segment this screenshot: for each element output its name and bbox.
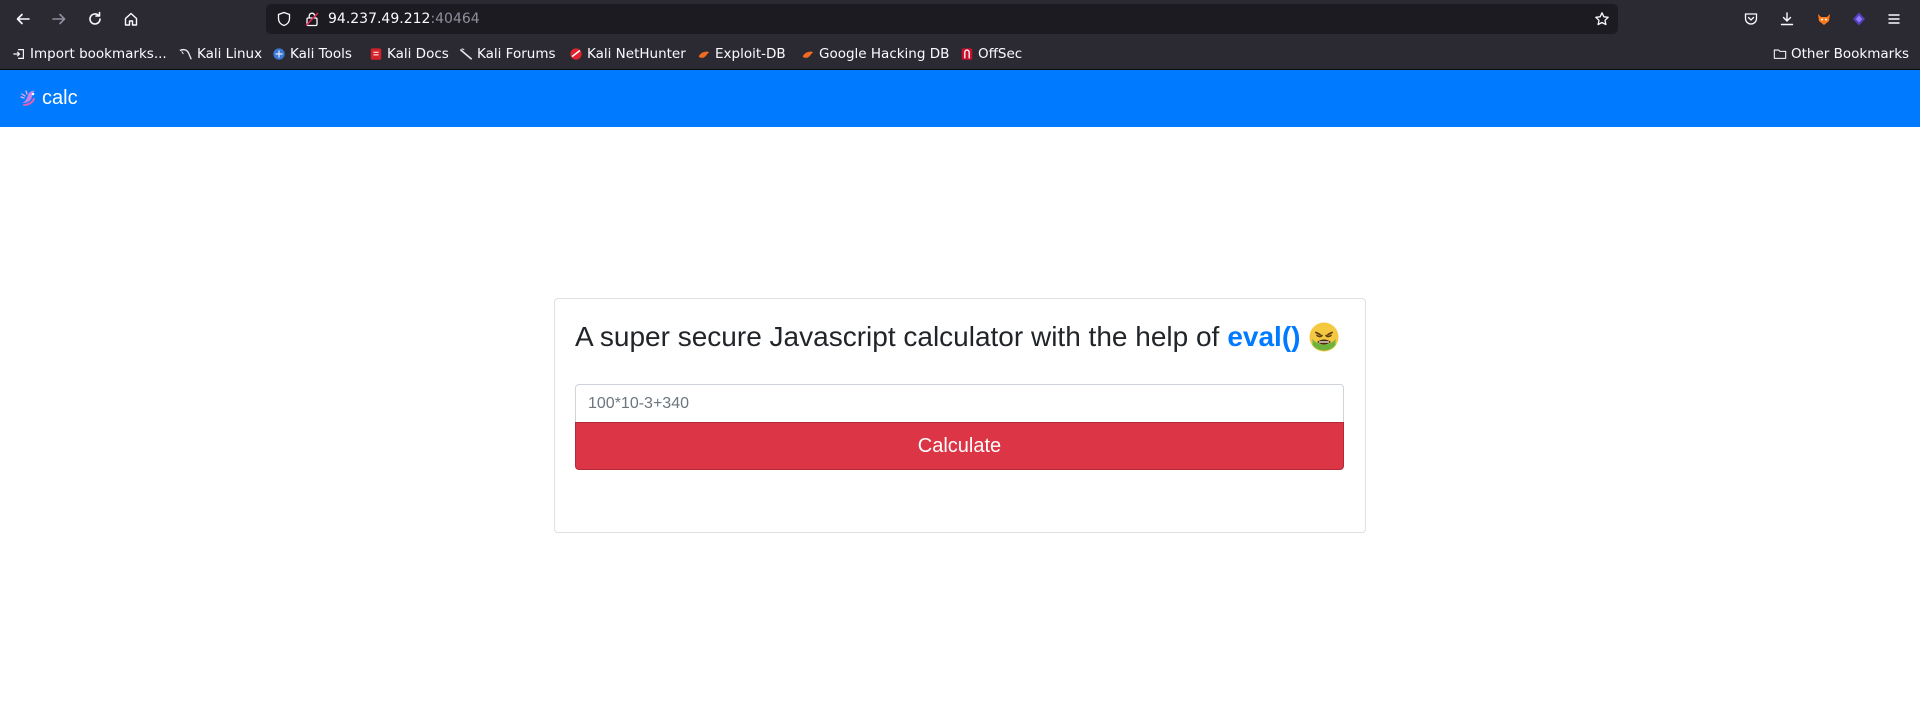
insecure-lock-icon[interactable]: [304, 11, 320, 27]
bookmark-label: Other Bookmarks: [1791, 46, 1910, 62]
url-bar[interactable]: 94.237.49.212:40464: [266, 4, 1618, 34]
import-icon: [13, 49, 24, 59]
shield-icon[interactable]: [276, 11, 292, 27]
bookmark-import[interactable]: Import bookmarks...: [12, 45, 167, 63]
bookmark-google-hacking-db[interactable]: Google Hacking DB: [801, 45, 949, 63]
nauseated-face-icon: [1309, 322, 1339, 352]
url-port: :40464: [430, 11, 480, 27]
bookmark-kali-nethunter[interactable]: Kali NetHunter: [569, 45, 686, 63]
site-navbar: calc: [0, 70, 1920, 127]
bookmark-label: Kali Linux: [197, 46, 263, 62]
bookmark-kali-docs[interactable]: Kali Docs: [369, 45, 449, 63]
card-title: A super secure Javascript calculator wit…: [575, 319, 1340, 355]
downloads-button[interactable]: [1777, 9, 1797, 29]
folder-icon: [1773, 49, 1787, 59]
url-host: 94.237.49.212: [328, 11, 431, 27]
brand-name: calc: [42, 86, 78, 109]
extension-foxyproxy-button[interactable]: [1814, 9, 1834, 29]
other-bookmarks-folder[interactable]: Other Bookmarks: [1773, 45, 1909, 63]
url-text[interactable]: 94.237.49.212:40464: [328, 10, 480, 28]
reload-icon: [89, 11, 101, 25]
bookmark-star-icon[interactable]: [1594, 11, 1610, 27]
bookmark-label: Kali Tools: [290, 46, 352, 62]
kali-dragon-icon: [179, 48, 192, 60]
calculate-button-label: Calculate: [917, 434, 1002, 457]
arrow-left-icon: [16, 13, 30, 25]
navbar-brand[interactable]: calc: [18, 85, 78, 111]
extension-wappalyzer-button[interactable]: [1849, 9, 1869, 29]
kali-docs-icon: [370, 48, 382, 60]
bookmark-kali-forums[interactable]: Kali Forums: [459, 45, 556, 63]
calculator-card: A super secure Javascript calculator wit…: [554, 298, 1366, 533]
back-button[interactable]: [9, 6, 37, 32]
browser-toolbar: 94.237.49.212:40464: [0, 0, 1920, 39]
app-menu-button[interactable]: [1884, 9, 1904, 29]
bookmark-label: Import bookmarks...: [30, 46, 167, 62]
kali-tools-icon: [273, 48, 285, 60]
forward-button[interactable]: [45, 6, 73, 32]
title-text: A super secure Javascript calculator wit…: [575, 321, 1220, 352]
bookmark-exploit-db[interactable]: Exploit-DB: [697, 45, 786, 63]
purple-extension-icon: [1853, 12, 1865, 26]
hamburger-menu-icon: [1888, 14, 1900, 24]
bookmark-label: Kali NetHunter: [587, 46, 686, 62]
fox-extension-icon: [1818, 14, 1830, 25]
bookmark-label: OffSec: [978, 46, 1023, 62]
reload-button[interactable]: [81, 6, 109, 32]
pocket-icon: [1744, 13, 1758, 25]
bookmarks-toolbar: Import bookmarks... Kali Linux Kali Tool…: [0, 39, 1920, 70]
bookmark-label: Google Hacking DB: [819, 46, 950, 62]
calculate-button[interactable]: Calculate: [575, 422, 1344, 470]
bookmark-label: Kali Docs: [387, 46, 449, 62]
offsec-icon: [961, 48, 973, 60]
eval-highlight: eval(): [1227, 321, 1301, 352]
home-button[interactable]: [117, 6, 145, 32]
bookmark-label: Kali Forums: [477, 46, 556, 62]
kali-forums-icon: [459, 48, 473, 60]
exploit-db-icon: [698, 51, 710, 58]
bookmark-label: Exploit-DB: [715, 46, 786, 62]
ghdb-icon: [802, 51, 814, 58]
brand-logo-icon: [20, 90, 35, 106]
bookmark-kali-linux[interactable]: Kali Linux: [179, 45, 262, 63]
home-icon: [124, 12, 138, 26]
bookmark-kali-tools[interactable]: Kali Tools: [272, 45, 352, 63]
arrow-right-icon: [52, 13, 66, 25]
pocket-button[interactable]: [1741, 9, 1761, 29]
download-icon: [1780, 12, 1794, 26]
bookmark-offsec[interactable]: OffSec: [960, 45, 1022, 63]
nethunter-icon: [570, 48, 582, 60]
expression-input[interactable]: [575, 384, 1344, 424]
